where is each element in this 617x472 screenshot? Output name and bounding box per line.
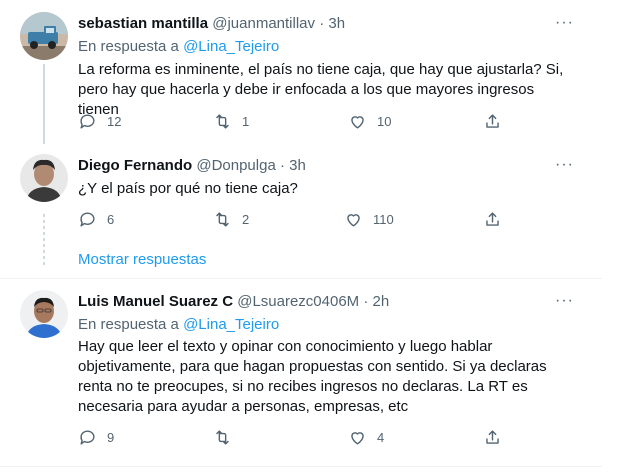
reply-button[interactable]: 6 <box>78 210 114 229</box>
reply-prefix: En respuesta a <box>78 316 179 333</box>
reply-prefix: En respuesta a <box>78 38 179 55</box>
retweet-icon <box>216 212 229 227</box>
retweet-count: 1 <box>242 114 250 129</box>
thread-dots <box>43 214 45 268</box>
retweet-button[interactable]: 2 <box>213 210 249 229</box>
like-count: 110 <box>373 212 394 227</box>
share-button[interactable] <box>483 210 502 229</box>
avatar-person-image <box>20 290 68 338</box>
avatar-person-image <box>20 154 68 202</box>
show-replies-link[interactable]: Mostrar respuestas <box>78 250 206 270</box>
tweet-time[interactable]: · 3h <box>280 157 306 174</box>
tweet-actions: 9 4 <box>78 428 508 448</box>
share-icon <box>486 114 499 128</box>
share-icon <box>486 212 499 226</box>
tweet-actions: 6 2 110 <box>78 210 508 230</box>
divider <box>0 466 602 467</box>
retweet-button[interactable] <box>213 428 242 447</box>
reply-button[interactable]: 9 <box>78 428 114 447</box>
reply-icon <box>80 430 95 445</box>
reply-button[interactable]: 12 <box>78 112 121 131</box>
reply-mention-link[interactable]: @Lina_Tejeiro <box>183 38 279 55</box>
retweet-icon <box>216 430 229 445</box>
avatar-truck-image <box>20 12 68 60</box>
tweet-header: Diego Fernando @Donpulga · 3h <box>78 156 306 176</box>
share-button[interactable] <box>483 428 502 447</box>
author-name[interactable]: sebastian mantilla <box>78 15 208 32</box>
like-button[interactable]: 10 <box>348 112 391 131</box>
reply-count: 6 <box>107 212 115 227</box>
avatar[interactable] <box>20 12 68 60</box>
author-handle[interactable]: @Lsuarezc0406M <box>237 293 359 310</box>
tweet-time[interactable]: · 3h <box>319 15 345 32</box>
tweet-header: Luis Manuel Suarez C @Lsuarezc0406M · 2h <box>78 292 389 312</box>
reply-to-line: En respuesta a @Lina_Tejeiro <box>78 37 279 57</box>
retweet-icon <box>216 114 229 129</box>
share-icon <box>486 430 499 444</box>
tweet-text: ¿Y el país por qué no tiene caja? <box>78 180 298 197</box>
reply-icon <box>80 114 95 129</box>
tweet-header: sebastian mantilla @juanmantillav · 3h <box>78 14 345 34</box>
like-icon <box>347 214 360 227</box>
reply-count: 9 <box>107 430 115 445</box>
like-button[interactable]: 4 <box>348 428 384 447</box>
like-button[interactable]: 110 <box>344 210 394 229</box>
divider <box>0 278 602 279</box>
avatar[interactable] <box>20 154 68 202</box>
reply-to-line: En respuesta a @Lina_Tejeiro <box>78 315 279 335</box>
tweet-text: La reforma es inminente, el país no tien… <box>78 61 564 118</box>
avatar[interactable] <box>20 290 68 338</box>
tweet-time[interactable]: · 2h <box>363 293 389 310</box>
retweet-count: 2 <box>242 212 250 227</box>
reply-count: 12 <box>107 114 122 129</box>
thread-line <box>43 64 45 144</box>
share-button[interactable] <box>483 112 502 131</box>
author-name[interactable]: Diego Fernando <box>78 157 192 174</box>
like-count: 4 <box>377 430 385 445</box>
reply-mention-link[interactable]: @Lina_Tejeiro <box>183 316 279 333</box>
retweet-button[interactable]: 1 <box>213 112 249 131</box>
more-icon[interactable]: ··· <box>555 15 574 31</box>
tweet-text: Hay que leer el texto y opinar con conoc… <box>78 338 547 415</box>
like-icon <box>351 116 364 129</box>
author-handle[interactable]: @Donpulga <box>196 157 275 174</box>
reply-icon <box>80 212 95 227</box>
tweet-actions: 12 1 10 <box>78 112 508 132</box>
more-icon[interactable]: ··· <box>555 157 574 173</box>
more-icon[interactable]: ··· <box>555 293 574 309</box>
like-count: 10 <box>377 114 392 129</box>
like-icon <box>351 432 364 445</box>
author-handle[interactable]: @juanmantillav <box>212 15 315 32</box>
author-name[interactable]: Luis Manuel Suarez C <box>78 293 233 310</box>
